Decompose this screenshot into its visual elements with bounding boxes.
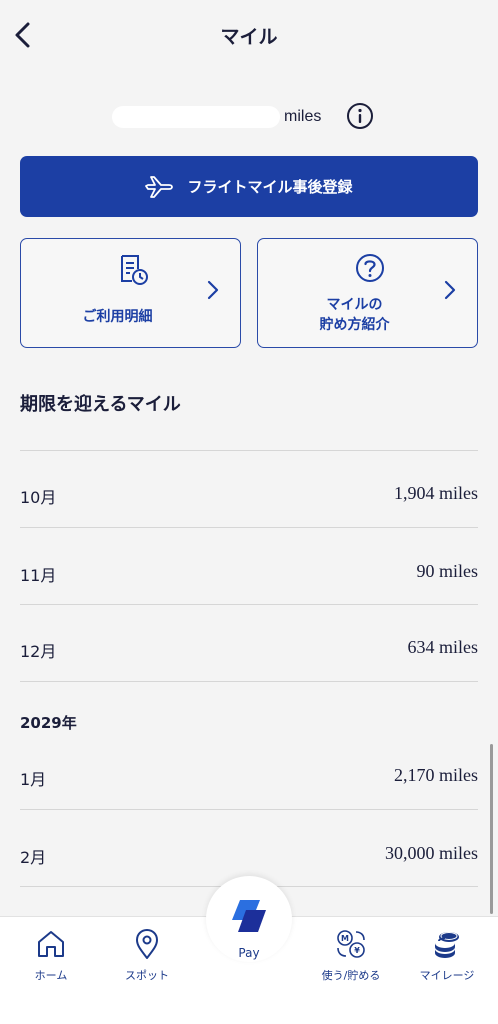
miles-balance: miles (0, 96, 498, 136)
pay-logo-icon (232, 900, 266, 932)
divider (20, 809, 478, 810)
usage-history-label: ご利用明細 (82, 309, 153, 325)
tab-use-earn-label: 使う/貯める (321, 969, 381, 982)
flight-mile-register-label: フライトマイル事後登録 (187, 178, 353, 196)
row-month: 11月 (20, 566, 57, 585)
svg-text:M: M (341, 934, 349, 943)
info-icon[interactable] (346, 102, 374, 130)
row-month: 12月 (20, 642, 57, 661)
row-month: 2月 (20, 848, 47, 867)
expiring-miles-title: 期限を迎えるマイル (20, 394, 181, 415)
tab-spot[interactable]: スポット (102, 927, 192, 989)
row-month: 1月 (20, 770, 47, 789)
row-month: 10月 (20, 488, 57, 507)
tab-spot-label: スポット (125, 969, 169, 982)
map-pin-icon (136, 929, 158, 959)
question-circle-icon (356, 254, 384, 282)
flight-mile-register-button[interactable]: フライトマイル事後登録 (20, 156, 478, 217)
year-header: 2029年 (20, 714, 77, 732)
row-miles: 1,904 miles (394, 483, 478, 503)
how-to-earn-label: マイルの 貯め方紹介 (319, 297, 390, 333)
usage-history-card[interactable]: ご利用明細 (20, 238, 241, 348)
row-miles: 634 miles (407, 637, 479, 657)
pay-label: Pay (238, 946, 260, 960)
how-to-earn-card[interactable]: マイルの 貯め方紹介 (257, 238, 478, 348)
list-item: 1月 2,170 miles (20, 756, 478, 796)
divider (20, 681, 478, 682)
home-icon (38, 931, 64, 957)
list-item: 2月 30,000 miles (20, 834, 478, 874)
mile-yen-exchange-icon: M ¥ (337, 930, 365, 958)
coins-stack-icon (435, 932, 459, 958)
tab-use-earn[interactable]: M ¥ 使う/貯める (306, 927, 396, 989)
tab-home[interactable]: ホーム (6, 927, 96, 989)
tab-home-label: ホーム (34, 969, 68, 982)
list-item: 10月 1,904 miles (20, 474, 478, 514)
tab-mileage[interactable]: マイレージ (402, 927, 492, 989)
page-title: マイル (220, 26, 278, 48)
row-miles: 30,000 miles (385, 843, 478, 863)
balance-value-redacted (112, 106, 280, 128)
divider (20, 604, 478, 605)
divider (20, 450, 478, 451)
row-miles: 90 miles (416, 561, 479, 581)
list-item: 11月 90 miles (20, 552, 478, 592)
row-miles: 2,170 miles (394, 765, 478, 785)
chevron-right-icon (207, 280, 219, 300)
list-item: 12月 634 miles (20, 628, 478, 668)
airplane-icon (145, 175, 174, 198)
tab-mileage-label: マイレージ (419, 969, 475, 982)
divider (20, 527, 478, 528)
scrollbar[interactable] (490, 744, 493, 914)
header: マイル (0, 0, 498, 70)
chevron-right-icon (444, 280, 456, 300)
document-clock-icon (121, 255, 148, 285)
balance-unit: miles (284, 108, 322, 125)
svg-text:¥: ¥ (354, 946, 360, 955)
pay-button[interactable]: Pay (206, 876, 292, 962)
